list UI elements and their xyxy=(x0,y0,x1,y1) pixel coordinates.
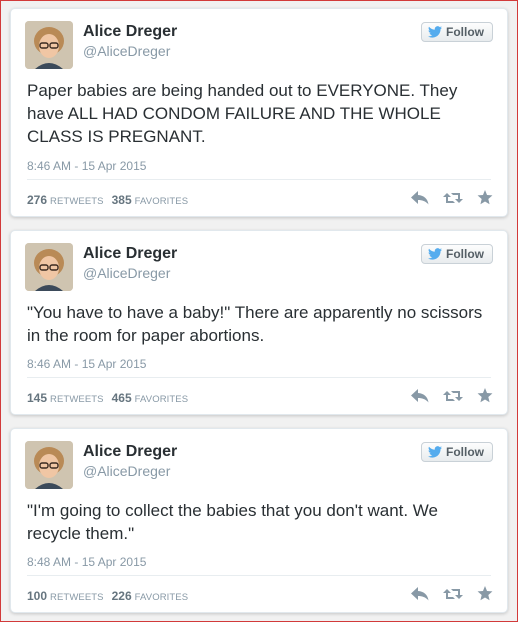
follow-button[interactable]: Follow xyxy=(421,244,493,264)
follow-label: Follow xyxy=(446,445,484,459)
tweet-text: "You have to have a baby!" There are app… xyxy=(27,303,483,345)
reply-icon[interactable] xyxy=(411,190,429,205)
display-name[interactable]: Alice Dreger xyxy=(83,23,177,41)
tweet-timestamp[interactable]: 8:46 AM - 15 Apr 2015 xyxy=(27,357,146,371)
retweets-label: RETWEETS xyxy=(50,196,104,207)
retweets-label: RETWEETS xyxy=(50,592,104,603)
tweet-actions xyxy=(411,388,493,403)
follow-label: Follow xyxy=(446,247,484,261)
twitter-bird-icon xyxy=(428,248,442,260)
tweet-actions xyxy=(411,190,493,205)
user-handle[interactable]: @AliceDreger xyxy=(83,265,170,281)
follow-button[interactable]: Follow xyxy=(421,22,493,42)
reply-icon[interactable] xyxy=(411,586,429,601)
favorites-label: FAVORITES xyxy=(134,592,189,603)
favorite-count[interactable]: 226 xyxy=(112,589,132,603)
tweet-text: "I'm going to collect the babies that yo… xyxy=(27,501,439,543)
follow-label: Follow xyxy=(446,25,484,39)
tweet-card: Alice Dreger @AliceDreger Follow "I'm go… xyxy=(10,428,508,613)
retweet-count[interactable]: 100 xyxy=(27,589,47,603)
divider xyxy=(27,377,491,378)
tweet-timestamp[interactable]: 8:46 AM - 15 Apr 2015 xyxy=(27,159,146,173)
display-name[interactable]: Alice Dreger xyxy=(83,245,177,263)
tweet-timestamp[interactable]: 8:48 AM - 15 Apr 2015 xyxy=(27,555,146,569)
tweet-stats: 145 RETWEETS 465 FAVORITES xyxy=(27,391,196,405)
tweet-stats: 276 RETWEETS 385 FAVORITES xyxy=(27,193,196,207)
retweet-icon[interactable] xyxy=(443,191,463,205)
avatar[interactable] xyxy=(25,441,73,489)
favorites-label: FAVORITES xyxy=(134,196,189,207)
divider xyxy=(27,575,491,576)
avatar[interactable] xyxy=(25,21,73,69)
avatar[interactable] xyxy=(25,243,73,291)
star-icon[interactable] xyxy=(477,388,493,403)
tweet-card: Alice Dreger @AliceDreger Follow Paper b… xyxy=(10,8,508,217)
reply-icon[interactable] xyxy=(411,388,429,403)
follow-button[interactable]: Follow xyxy=(421,442,493,462)
tweet-stats: 100 RETWEETS 226 FAVORITES xyxy=(27,589,196,603)
retweet-count[interactable]: 276 xyxy=(27,193,47,207)
favorite-count[interactable]: 385 xyxy=(112,193,132,207)
tweet-text: Paper babies are being handed out to EVE… xyxy=(27,81,458,146)
retweet-icon[interactable] xyxy=(443,389,463,403)
retweets-label: RETWEETS xyxy=(50,394,104,405)
favorite-count[interactable]: 465 xyxy=(112,391,132,405)
star-icon[interactable] xyxy=(477,586,493,601)
retweet-count[interactable]: 145 xyxy=(27,391,47,405)
divider xyxy=(27,179,491,180)
star-icon[interactable] xyxy=(477,190,493,205)
user-handle[interactable]: @AliceDreger xyxy=(83,43,170,59)
twitter-bird-icon xyxy=(428,446,442,458)
retweet-icon[interactable] xyxy=(443,587,463,601)
user-handle[interactable]: @AliceDreger xyxy=(83,463,170,479)
favorites-label: FAVORITES xyxy=(134,394,189,405)
display-name[interactable]: Alice Dreger xyxy=(83,443,177,461)
twitter-bird-icon xyxy=(428,26,442,38)
tweet-actions xyxy=(411,586,493,601)
tweet-card: Alice Dreger @AliceDreger Follow "You ha… xyxy=(10,230,508,415)
